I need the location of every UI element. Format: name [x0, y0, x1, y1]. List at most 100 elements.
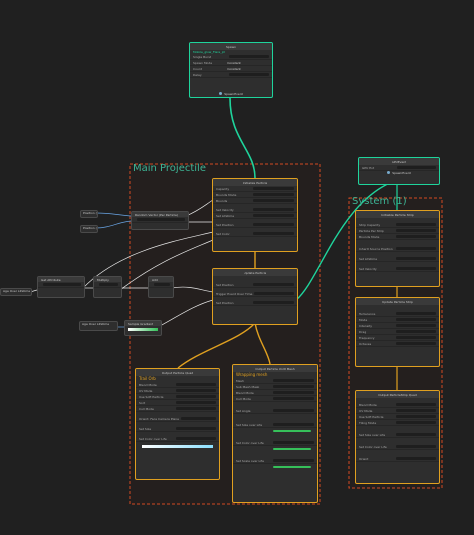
update-particle-context[interactable]: Update Particle Set Position Trigger Eve…	[212, 268, 298, 325]
system-title-main[interactable]: Main Projectile	[133, 163, 206, 174]
operator-node[interactable]: Age Over Lifetime	[79, 321, 118, 331]
quad-field[interactable]	[175, 407, 216, 410]
spawn-context[interactable]: Spawn Mobile_glow_Flare_pt Single Burst …	[189, 42, 273, 98]
strip-update-header[interactable]: Update Particle Strip	[356, 298, 439, 305]
strip-update-field[interactable]	[395, 312, 436, 315]
strip-init-field[interactable]	[395, 257, 436, 260]
operator-node[interactable]: Age Over Lifetime	[0, 288, 32, 296]
mesh-field[interactable]	[273, 397, 314, 400]
init-field[interactable]	[253, 214, 294, 217]
update-row[interactable]: Set Position	[213, 300, 297, 306]
mesh-row[interactable]: Set Angle	[233, 408, 317, 414]
quad-field[interactable]	[175, 401, 216, 404]
init-row[interactable]: Bounds	[213, 198, 297, 204]
operator-field[interactable]	[154, 283, 170, 286]
update-field[interactable]	[254, 292, 294, 295]
init-field[interactable]	[253, 223, 294, 226]
spawn-row[interactable]: Delay	[190, 72, 272, 78]
gpu-event-context[interactable]: GPUEvent GPU Evt SpawnEvent	[358, 157, 440, 185]
operator-row[interactable]	[38, 282, 84, 288]
strip-init-row[interactable]: Set Velocity	[356, 266, 439, 272]
strip-update-field[interactable]	[395, 324, 436, 327]
gpuevent-port[interactable]: SpawnEvent	[359, 171, 439, 175]
mesh-row[interactable]: Set Scale over Life	[233, 458, 317, 464]
strip-init-field[interactable]	[395, 229, 436, 232]
strip-init-field[interactable]	[395, 267, 436, 270]
strip-output-field[interactable]	[395, 403, 436, 406]
strip-init-header[interactable]: Initialize Particle Strip	[356, 211, 439, 218]
gpuevent-header[interactable]: GPUEvent	[359, 158, 439, 165]
operator-row[interactable]	[132, 217, 188, 223]
init-field[interactable]	[253, 187, 294, 190]
operator-row[interactable]	[149, 282, 173, 288]
init-field[interactable]	[253, 193, 294, 196]
quad-field[interactable]	[175, 427, 216, 430]
update-header[interactable]: Update Particle	[213, 269, 297, 276]
operator-node[interactable]: Position (Local)	[80, 225, 98, 233]
initialize-particle-strip-context[interactable]: Initialize Particle Strip Strip Capacity…	[355, 210, 440, 287]
gpuevent-field[interactable]	[397, 166, 436, 169]
quad-row[interactable]: Set Size	[136, 426, 219, 432]
quad-gradient-bar[interactable]	[142, 445, 213, 448]
strip-update-field[interactable]	[395, 318, 436, 321]
operator-node[interactable]: Sample Gradient	[124, 320, 162, 336]
strip-output-field[interactable]	[395, 445, 436, 448]
output-particle-quad-context[interactable]: Output Particle Quad Trail Orb Blend Mod…	[135, 368, 220, 480]
color-curve[interactable]	[273, 448, 311, 450]
spawn-event-port[interactable]: SpawnEvent	[190, 92, 272, 96]
quad-field[interactable]	[175, 437, 216, 440]
quad-field[interactable]	[181, 417, 216, 420]
strip-init-row[interactable]: Bounds Mode	[356, 234, 439, 240]
update-field[interactable]	[253, 283, 294, 286]
strip-init-field[interactable]	[395, 223, 436, 226]
strip-output-field[interactable]	[395, 433, 436, 436]
mesh-header[interactable]: Output Particle Unlit Mesh	[233, 365, 317, 372]
init-header[interactable]: Initialize Particle	[213, 179, 297, 186]
mesh-field[interactable]	[273, 459, 314, 462]
init-row[interactable]: Set Lifetime	[213, 213, 297, 219]
strip-output-field[interactable]	[395, 415, 436, 418]
init-field[interactable]	[253, 199, 294, 202]
mesh-field[interactable]	[273, 441, 314, 444]
strip-update-field[interactable]	[395, 342, 436, 345]
update-particle-strip-context[interactable]: Update Particle Strip Turbulence Mode In…	[355, 297, 440, 367]
strip-output-field[interactable]	[395, 409, 436, 412]
operator-node[interactable]: Multiply	[93, 276, 122, 298]
mesh-row[interactable]: Cull Mode	[233, 396, 317, 402]
initialize-particle-context[interactable]: Initialize Particle Capacity Bounds Mode…	[212, 178, 298, 252]
operator-node[interactable]: Position (World)	[80, 210, 98, 218]
output-particle-unlit-mesh-context[interactable]: Output Particle Unlit Mesh Wrapping mesh…	[232, 364, 318, 503]
operator-node[interactable]: Random Vector (Per Particle)	[131, 211, 189, 230]
strip-output-row[interactable]: Set Color over Life	[356, 444, 439, 450]
operator-field[interactable]	[99, 283, 118, 286]
spawn-field[interactable]	[229, 55, 269, 58]
mesh-row[interactable]: Set Color over Life	[233, 440, 317, 446]
scale-curve[interactable]	[273, 466, 311, 468]
operator-node[interactable]: Add	[148, 276, 174, 298]
strip-output-header[interactable]: Output ParticleStrip Quad	[356, 391, 439, 398]
mesh-field[interactable]	[273, 379, 314, 382]
spawn-header[interactable]: Spawn	[190, 43, 272, 50]
update-field[interactable]	[253, 301, 294, 304]
mesh-field[interactable]	[273, 409, 314, 412]
quad-field[interactable]	[175, 383, 216, 386]
strip-init-field[interactable]	[395, 247, 436, 250]
quad-row[interactable]: Orient: Face Camera Plane	[136, 416, 219, 422]
strip-output-row[interactable]: Orient	[356, 456, 439, 462]
mesh-row[interactable]: Set Size over Life	[233, 422, 317, 428]
strip-output-field[interactable]	[395, 457, 436, 460]
mesh-field[interactable]	[273, 423, 314, 426]
strip-update-row[interactable]: Octaves	[356, 341, 439, 347]
operator-row[interactable]	[94, 282, 121, 288]
spawn-field[interactable]	[229, 73, 269, 76]
operator-node[interactable]: Get Attribute	[37, 276, 85, 298]
strip-update-field[interactable]	[395, 336, 436, 339]
quad-header[interactable]: Output Particle Quad	[136, 369, 219, 376]
mesh-field[interactable]	[273, 391, 314, 394]
spawn-row-value[interactable]: Constant	[227, 67, 269, 71]
operator-field[interactable]	[137, 218, 185, 221]
strip-output-field[interactable]	[395, 421, 436, 424]
spawn-row-value[interactable]: Constant	[227, 61, 269, 65]
update-row[interactable]: Set Position	[213, 282, 297, 288]
output-particlestrip-quad-context[interactable]: Output ParticleStrip Quad Blend Mode UV …	[355, 390, 440, 484]
